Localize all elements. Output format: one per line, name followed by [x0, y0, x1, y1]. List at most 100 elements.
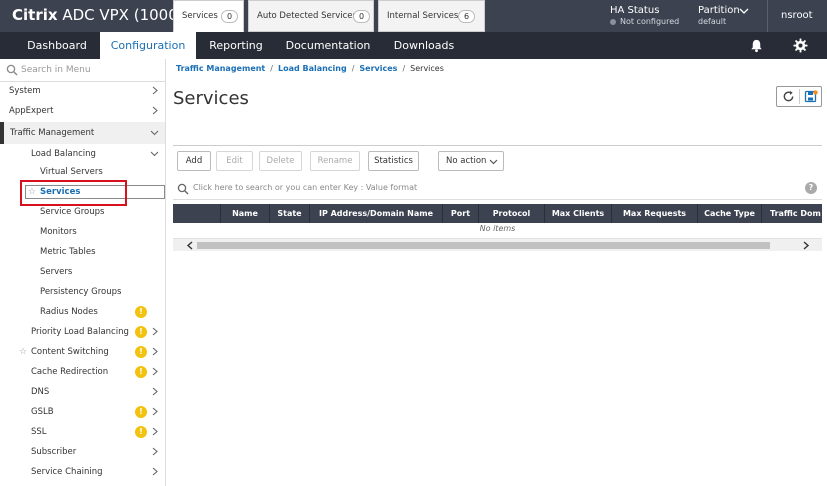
chevron-right-icon — [152, 367, 158, 376]
sidebar-item-appexpert[interactable]: AppExpert — [0, 101, 165, 121]
sidebar-item-radius-nodes[interactable]: Radius Nodes ! — [0, 302, 165, 322]
sidebar-item-label: System — [9, 86, 41, 96]
horizontal-scrollbar[interactable] — [173, 238, 822, 251]
tab-dashboard[interactable]: Dashboard — [14, 32, 100, 59]
search-icon — [6, 64, 18, 76]
scrollbar-thumb[interactable] — [197, 242, 770, 249]
partition-label: Partition — [698, 5, 740, 16]
table-search-placeholder: Click here to search or you can enter Ke… — [193, 183, 418, 192]
warning-icon: ! — [135, 426, 147, 438]
sidebar-item-service-groups[interactable]: Service Groups — [0, 202, 165, 222]
column-header-name[interactable]: Name — [220, 204, 269, 223]
tab-internal-services[interactable]: Internal Services 6 — [378, 0, 485, 32]
chevron-right-icon — [152, 327, 158, 336]
column-header-traffic-domain[interactable]: Traffic Dom — [761, 204, 822, 223]
product-model: ADC VPX (1000) — [57, 6, 184, 24]
favorite-star-icon[interactable]: ☆ — [19, 342, 27, 362]
sidebar-item-priority-load-balancing[interactable]: Priority Load Balancing ! — [0, 322, 165, 342]
warning-icon: ! — [135, 406, 147, 418]
breadcrumb-separator: / — [270, 64, 273, 73]
column-header-max-requests[interactable]: Max Requests — [611, 204, 697, 223]
sidebar-item-label: Monitors — [40, 227, 77, 237]
delete-button[interactable]: Delete — [259, 151, 302, 171]
sidebar-item-monitors[interactable]: Monitors — [0, 222, 165, 242]
sidebar-item-label: Traffic Management — [10, 128, 95, 138]
count-badge: 0 — [221, 10, 238, 23]
bell-icon[interactable] — [749, 38, 764, 53]
column-header-ip-address[interactable]: IP Address/Domain Name — [309, 204, 442, 223]
sidebar-item-label: Virtual Servers — [40, 167, 103, 177]
column-header-port[interactable]: Port — [442, 204, 478, 223]
breadcrumb-load-balancing[interactable]: Load Balancing — [278, 64, 347, 73]
column-header-state[interactable]: State — [269, 204, 309, 223]
breadcrumb-separator: / — [402, 64, 406, 73]
sidebar-item-label: Metric Tables — [40, 247, 96, 257]
tab-label: Internal Services — [387, 11, 459, 21]
count-badge: 6 — [458, 10, 475, 23]
partition-selector[interactable]: Partition default — [698, 5, 740, 26]
breadcrumb-separator: / — [351, 64, 355, 73]
statistics-button[interactable]: Statistics — [368, 151, 419, 171]
sidebar-item-label: AppExpert — [9, 106, 54, 116]
chevron-right-icon — [152, 447, 158, 456]
sidebar-item-metric-tables[interactable]: Metric Tables — [0, 242, 165, 262]
count-badge: 0 — [353, 10, 370, 23]
chevron-down-icon[interactable] — [739, 6, 749, 16]
breadcrumb-current: Services — [410, 64, 444, 73]
sidebar-item-label: Content Switching — [31, 347, 109, 357]
add-button[interactable]: Add — [177, 151, 211, 171]
breadcrumb-services[interactable]: Services — [359, 64, 397, 73]
toolbar-divider — [799, 89, 800, 104]
tab-auto-detected-services[interactable]: Auto Detected Services 0 — [248, 0, 374, 32]
tab-downloads[interactable]: Downloads — [388, 32, 460, 59]
sidebar-item-servers[interactable]: Servers — [0, 262, 165, 282]
sidebar-item-subscriber[interactable]: Subscriber — [0, 442, 165, 462]
gear-icon[interactable] — [793, 38, 808, 53]
action-select-value: No action — [446, 156, 487, 166]
action-select[interactable]: No action — [438, 151, 504, 171]
scroll-right-icon[interactable] — [802, 241, 810, 250]
breadcrumb-traffic-management[interactable]: Traffic Management — [176, 64, 265, 73]
table-search-input[interactable]: Click here to search or you can enter Ke… — [173, 177, 822, 200]
table-header: Name State IP Address/Domain Name Port P… — [173, 204, 822, 223]
warning-icon: ! — [135, 306, 147, 318]
warning-icon: ! — [135, 346, 147, 358]
sidebar-item-label: Cache Redirection — [31, 367, 109, 377]
sidebar-item-label: Radius Nodes — [40, 307, 98, 317]
tab-reporting[interactable]: Reporting — [200, 32, 272, 59]
chevron-right-icon — [152, 467, 158, 476]
sidebar-item-system[interactable]: System — [0, 81, 165, 101]
save-icon[interactable] — [804, 90, 818, 104]
ha-status-value: Not configured — [620, 17, 680, 26]
chevron-down-icon — [150, 130, 159, 136]
warning-icon: ! — [135, 366, 147, 378]
sidebar-item-ssl[interactable]: SSL ! — [0, 422, 165, 442]
help-icon[interactable]: ? — [805, 182, 817, 194]
status-dot-icon — [610, 18, 616, 25]
sidebar-item-content-switching[interactable]: ☆ Content Switching ! — [0, 342, 165, 362]
tab-services[interactable]: Services 0 — [173, 0, 244, 32]
page-title: Services — [173, 88, 249, 109]
sidebar-item-dns[interactable]: DNS — [0, 382, 165, 402]
menu-search-input[interactable]: Search in Menu — [0, 59, 165, 82]
column-header-max-clients[interactable]: Max Clients — [544, 204, 611, 223]
sidebar-item-service-chaining[interactable]: Service Chaining — [0, 462, 165, 482]
select-column-header[interactable] — [173, 204, 220, 223]
edit-button[interactable]: Edit — [216, 151, 253, 171]
column-header-protocol[interactable]: Protocol — [478, 204, 544, 223]
ha-status-label: HA Status — [610, 5, 660, 16]
sidebar-item-virtual-servers[interactable]: Virtual Servers — [0, 162, 165, 182]
sidebar-item-label: Service Chaining — [31, 467, 103, 477]
tab-documentation[interactable]: Documentation — [282, 32, 374, 59]
user-menu[interactable]: nsroot — [781, 10, 813, 21]
sidebar-item-traffic-management[interactable]: Traffic Management — [0, 122, 165, 144]
sidebar-item-load-balancing[interactable]: Load Balancing — [0, 144, 165, 164]
sidebar-item-cache-redirection[interactable]: Cache Redirection ! — [0, 362, 165, 382]
scroll-left-icon[interactable] — [186, 241, 194, 250]
sidebar-item-gslb[interactable]: GSLB ! — [0, 402, 165, 422]
refresh-icon[interactable] — [782, 90, 795, 103]
tab-configuration[interactable]: Configuration — [100, 32, 196, 59]
column-header-cache-type[interactable]: Cache Type — [697, 204, 761, 223]
rename-button[interactable]: Rename — [310, 151, 360, 171]
sidebar-item-persistency-groups[interactable]: Persistency Groups — [0, 282, 165, 302]
